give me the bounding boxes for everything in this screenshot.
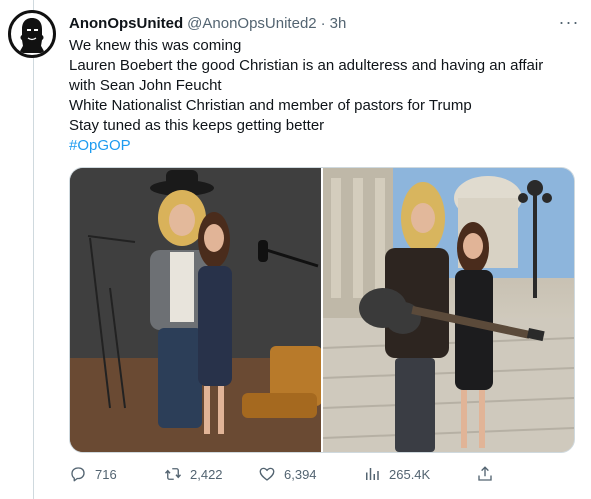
author-name[interactable]: AnonOpsUnited	[69, 15, 183, 32]
reply-icon	[71, 467, 85, 482]
tweet-line: White Nationalist Christian and member o…	[69, 97, 472, 114]
share-button[interactable]	[476, 465, 494, 483]
capitol-steps-photo[interactable]	[323, 168, 574, 452]
retweet-icon	[164, 468, 182, 480]
media-grid	[69, 167, 575, 453]
more-options-icon: ···	[558, 11, 580, 32]
more-options-button[interactable]: ···	[557, 10, 581, 34]
like-button[interactable]: 6,394	[258, 465, 317, 483]
retweet-button[interactable]: 2,422	[164, 465, 223, 483]
avatar[interactable]	[8, 10, 56, 58]
retweet-count: 2,422	[190, 466, 223, 482]
tweet-header: AnonOpsUnited @AnonOpsUnited2 · 3h	[69, 12, 581, 34]
capitol-photo-illustration	[323, 168, 574, 452]
studio-photo-illustration	[70, 168, 321, 452]
studio-photo[interactable]	[70, 168, 321, 452]
reply-count: 716	[95, 466, 117, 482]
tweet-line: We knew this was coming	[69, 37, 242, 54]
hashtag-link[interactable]: #OpGOP	[69, 136, 579, 156]
timestamp[interactable]: 3h	[330, 15, 347, 32]
separator-dot: ·	[320, 14, 326, 32]
views-icon	[366, 468, 379, 480]
tweet-line: Stay tuned as this keeps getting better	[69, 117, 325, 134]
views-button[interactable]: 265.4K	[363, 465, 430, 483]
heart-icon	[259, 467, 275, 481]
anonymous-mask-icon	[12, 14, 52, 54]
views-count: 265.4K	[389, 466, 431, 482]
action-bar: 716 2,422 6,394 265.4K	[69, 462, 579, 486]
tweet-line: Lauren Boebert the good Christian is an …	[69, 57, 544, 74]
author-handle[interactable]: @AnonOpsUnited2	[187, 15, 316, 32]
like-count: 6,394	[284, 466, 317, 482]
tweet-text: We knew this was coming Lauren Boebert t…	[69, 36, 579, 156]
tweet-line: with Sean John Feucht	[69, 77, 222, 94]
share-icon	[478, 466, 492, 481]
reply-button[interactable]: 716	[69, 465, 117, 483]
thread-line	[33, 0, 34, 499]
